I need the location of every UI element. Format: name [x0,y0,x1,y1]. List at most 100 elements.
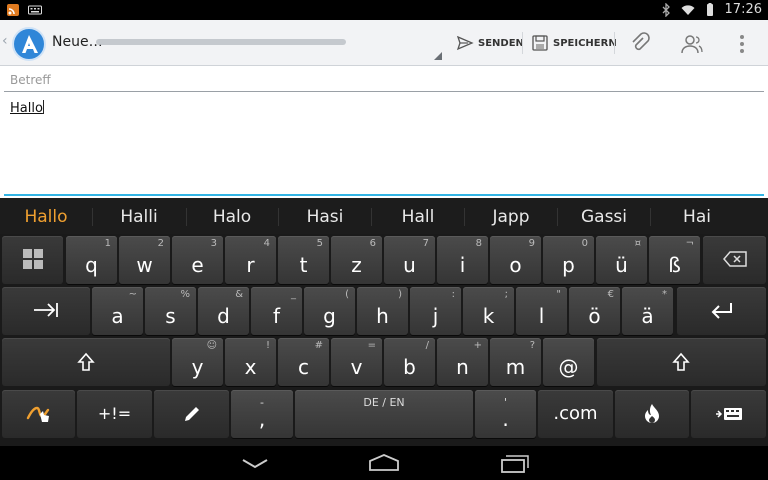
message-body[interactable]: Hallo [10,100,44,116]
send-label: SENDEN [478,37,524,49]
backspace-key[interactable] [703,236,766,284]
suggestion-item[interactable]: Japp [466,207,556,227]
key-h[interactable]: ) h [357,287,408,335]
key-q[interactable]: 1q [66,236,117,284]
key-label: y [191,355,204,379]
contacts-icon[interactable] [680,32,704,56]
numpad-grid-icon [23,249,43,269]
key-hint: 4 [263,238,270,249]
key-m[interactable]: ? m [490,338,541,386]
key-label: v [350,355,363,379]
home-nav-icon[interactable] [364,452,404,474]
key-o[interactable]: 9o [490,236,541,284]
overflow-menu-icon[interactable] [730,32,754,56]
shift-key-left[interactable] [2,338,170,386]
account-title[interactable]: Neue… [52,34,103,50]
suggestion-item[interactable]: Hall [373,207,463,227]
key-hint: 5 [316,238,323,249]
key-j[interactable]: :j [410,287,461,335]
key-u[interactable]: 7u [384,236,435,284]
tab-key[interactable] [2,287,90,335]
key-hint: ( [345,289,349,300]
enter-key[interactable] [677,287,766,335]
key-hint: + [473,340,482,351]
key-label: u [403,253,416,277]
edit-key[interactable] [154,390,229,438]
keyboard: Hallo Halli Halo Hasi Hall Japp Gassi Ha… [0,198,768,446]
key-label: f [272,304,281,328]
key-label: . [502,407,509,431]
shift-key-right[interactable] [597,338,766,386]
send-button[interactable]: SENDEN [456,30,524,56]
suggestion-item[interactable]: Gassi [559,207,649,227]
subject-field[interactable]: Betreff [4,70,764,92]
key-d[interactable]: & d [198,287,249,335]
numpad-key[interactable] [2,236,63,284]
key-s[interactable]: % s [145,287,196,335]
key-label: k [482,304,495,328]
dragon-dictation-key[interactable] [615,390,689,438]
divider [371,208,372,226]
space-key[interactable]: DE / EN [295,390,473,438]
key-i[interactable]: 8i [437,236,488,284]
enter-icon [711,303,732,319]
suggestion-item[interactable]: Hasi [280,207,370,227]
key-ue[interactable]: ¤ ü [596,236,647,284]
redacted-account-address [96,39,346,45]
key-label: b [403,355,416,379]
symbols-key[interactable]: +!= [77,390,152,438]
dotcom-key[interactable]: .com [538,390,613,438]
suggestion-item[interactable]: Hallo [1,207,91,227]
key-label: c [298,355,309,379]
app-logo[interactable] [12,27,46,61]
key-t[interactable]: 5t [278,236,329,284]
swype-gesture-icon [26,406,50,422]
key-k[interactable]: ; k [463,287,514,335]
key-label: ö [588,304,601,328]
swype-key[interactable] [2,390,75,438]
key-c[interactable]: # c [278,338,329,386]
key-oe[interactable]: € ö [569,287,620,335]
key-hint: 8 [475,238,482,249]
key-hint: 2 [157,238,164,249]
key-f[interactable]: _ f [251,287,302,335]
backspace-icon [723,251,747,267]
key-label: ß [668,253,681,277]
key-g[interactable]: (g [304,287,355,335]
key-w[interactable]: 2w [119,236,170,284]
key-e[interactable]: 3e [172,236,223,284]
key-n[interactable]: + n [437,338,488,386]
key-at[interactable]: @ [543,338,594,386]
key-hint: # [314,340,323,351]
key-p[interactable]: 0p [543,236,594,284]
back-chevron-icon[interactable]: ‹ [2,33,8,49]
suggestion-item[interactable]: Halo [187,207,277,227]
key-b[interactable]: / b [384,338,435,386]
key-r[interactable]: 4r [225,236,276,284]
key-x[interactable]: ! x [225,338,276,386]
key-hint: ¬ [685,238,694,249]
suggestion-item[interactable]: Halli [94,207,184,227]
comma-key[interactable]: - , [231,390,293,438]
back-nav-icon[interactable] [235,452,275,474]
key-hint: : [451,289,455,300]
suggestion-item[interactable]: Hai [652,207,742,227]
key-hint: ) [398,289,402,300]
key-a[interactable]: ~ a [92,287,143,335]
key-hint: 7 [422,238,429,249]
attach-icon[interactable] [628,32,652,56]
key-label: o [509,253,522,277]
period-key[interactable]: ' . [475,390,536,438]
key-l[interactable]: " l [516,287,567,335]
key-z[interactable]: 6z [331,236,382,284]
key-sz[interactable]: ¬ ß [649,236,700,284]
recent-apps-nav-icon[interactable] [494,452,534,474]
save-button[interactable]: SPEICHERN [531,30,617,56]
key-label: i [459,253,466,277]
key-ae[interactable]: * ä [622,287,673,335]
key-v[interactable]: = v [331,338,382,386]
hide-keyboard-key[interactable] [691,390,766,438]
key-label: g [323,304,336,328]
key-y[interactable]: ☺ y [172,338,223,386]
message-body-text: Hallo [10,101,43,116]
